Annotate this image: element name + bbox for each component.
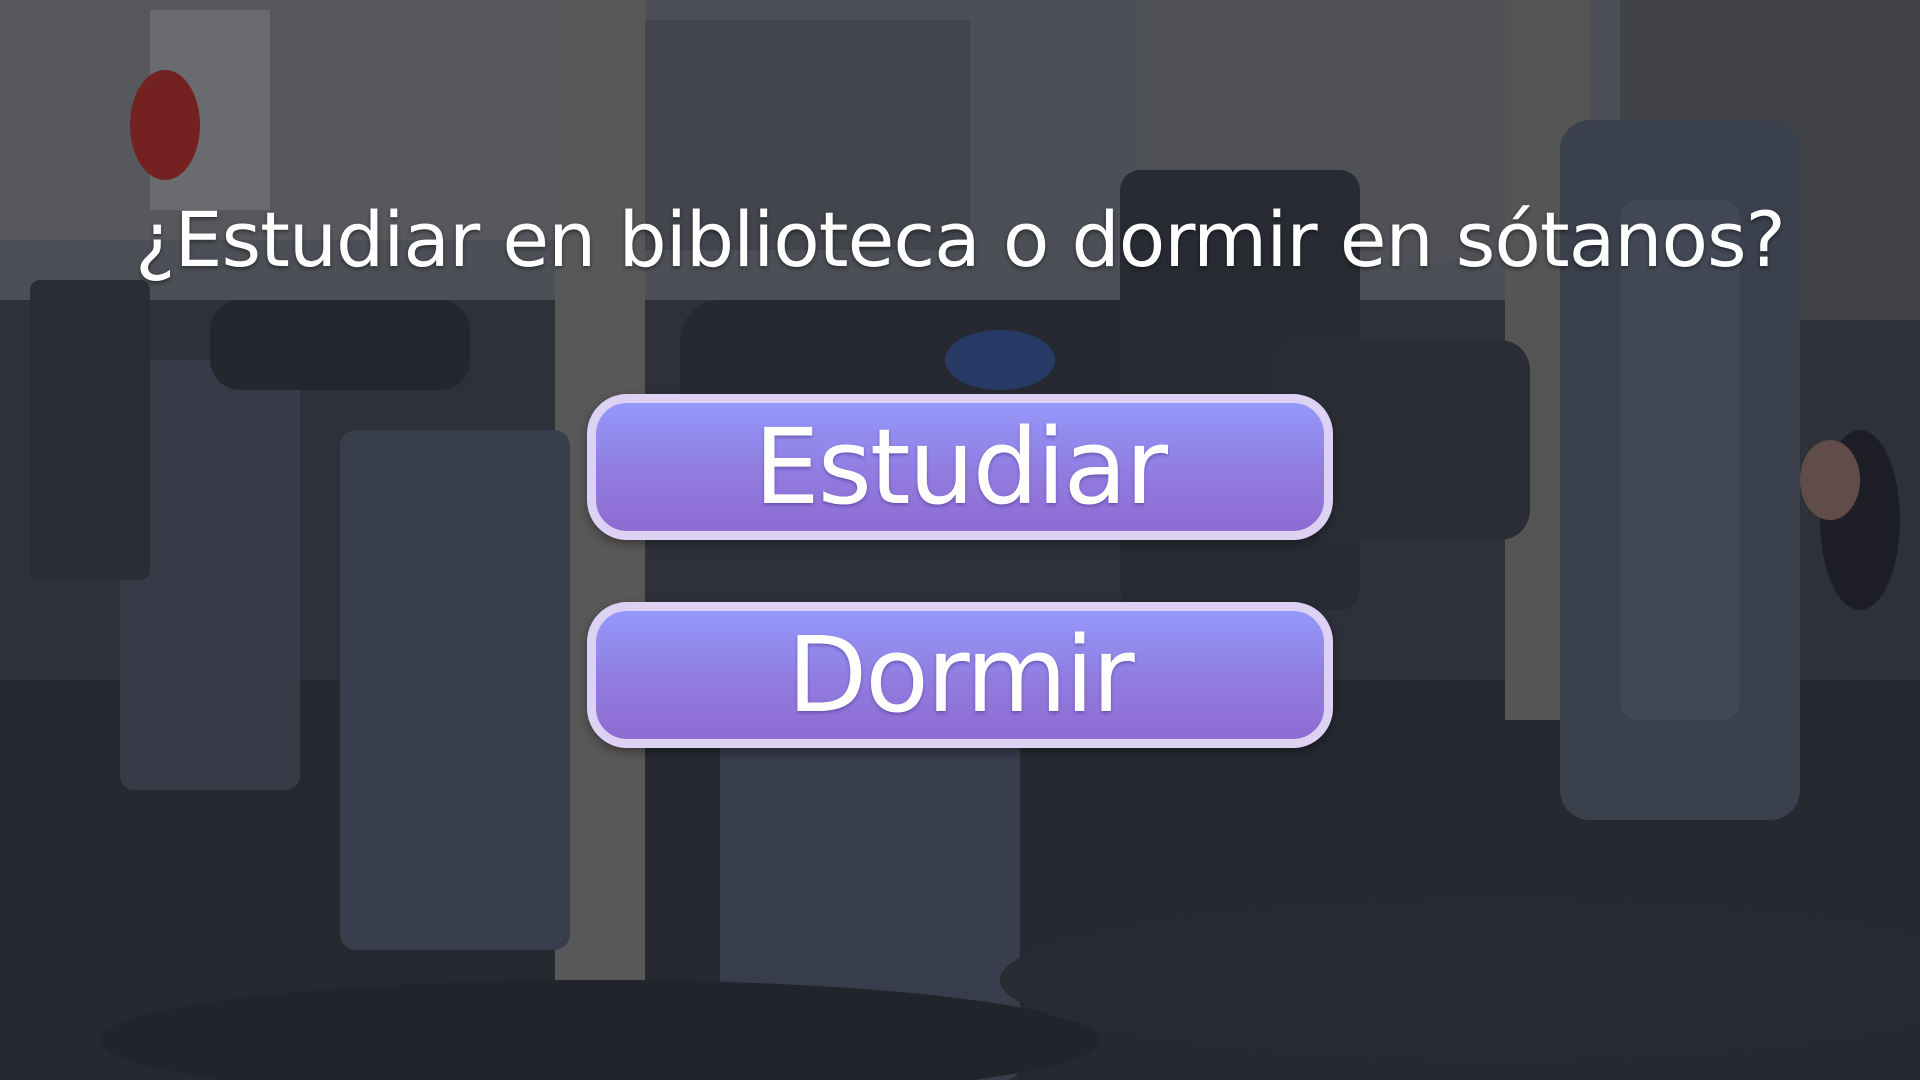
choice-label: Estudiar — [754, 406, 1168, 528]
choice-label: Dormir — [787, 614, 1135, 736]
choice-button-dormir[interactable]: Dormir — [587, 602, 1333, 748]
game-scene: ¿Estudiar en biblioteca o dormir en sóta… — [0, 0, 1920, 1080]
choice-button-estudiar[interactable]: Estudiar — [587, 394, 1333, 540]
question-text: ¿Estudiar en biblioteca o dormir en sóta… — [135, 195, 1786, 284]
gym-background-illustration — [0, 0, 1920, 1080]
